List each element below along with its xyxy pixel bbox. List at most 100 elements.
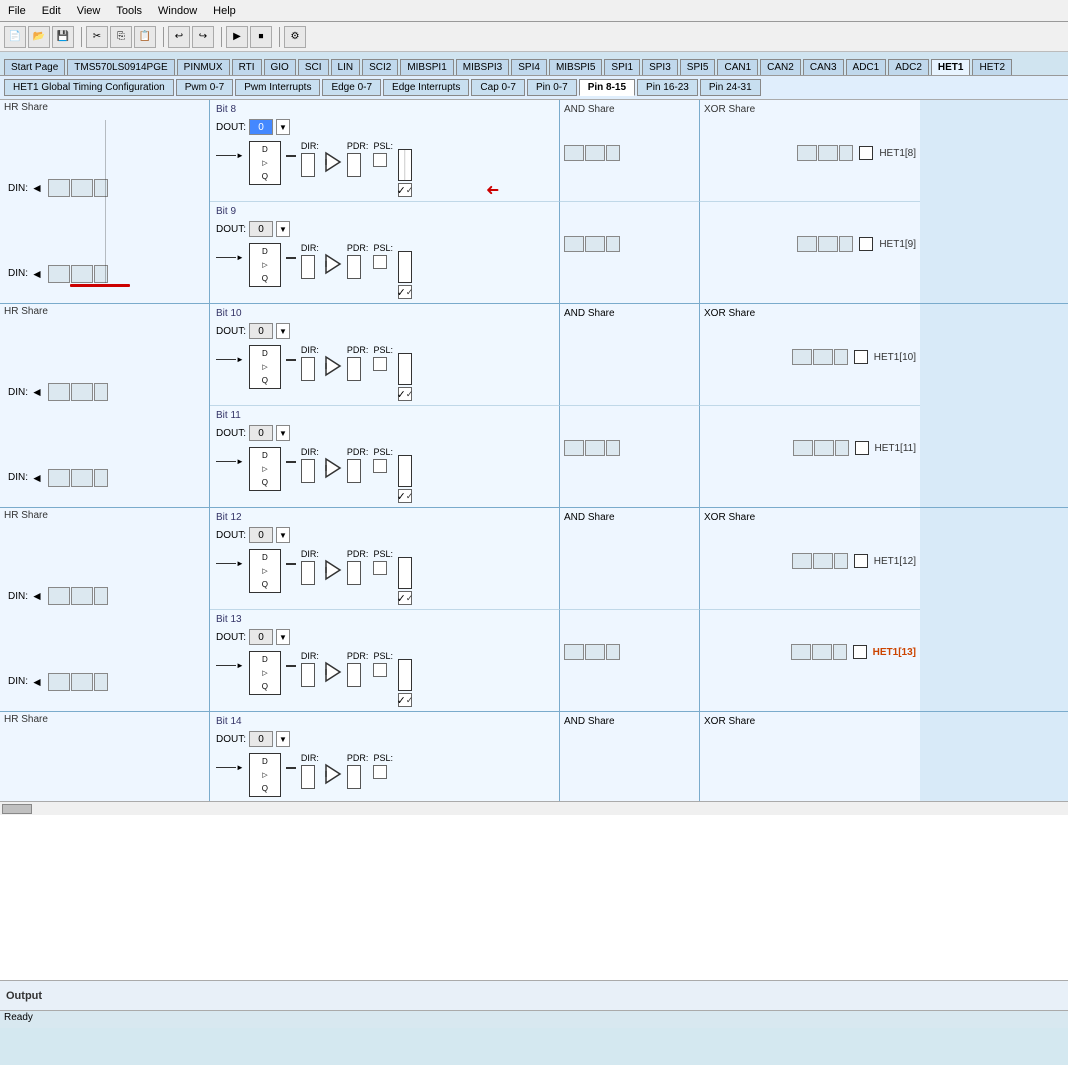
xor-mux-10b[interactable] [813, 349, 833, 365]
tab-lin[interactable]: LIN [331, 59, 361, 75]
mux-box-9b[interactable] [71, 265, 93, 283]
subtab-pwm-int[interactable]: Pwm Interrupts [235, 79, 320, 96]
bit13-pdr-comp[interactable] [347, 663, 361, 687]
subtab-pwm07[interactable]: Pwm 0-7 [176, 79, 233, 96]
mux-12b[interactable] [71, 587, 93, 605]
mux-box-8b[interactable] [71, 179, 93, 197]
and-mux-8c[interactable] [606, 145, 620, 161]
tab-adc2[interactable]: ADC2 [888, 59, 929, 75]
menu-file[interactable]: File [0, 3, 34, 19]
and-mux-9b[interactable] [585, 236, 605, 252]
and-mux-13b[interactable] [585, 644, 605, 660]
bit13-dout-value[interactable]: 0 [249, 629, 273, 645]
undo-btn[interactable]: ↩ [168, 26, 190, 48]
bit10-cb[interactable]: ✓ [398, 387, 412, 401]
mux-12c[interactable] [94, 587, 108, 605]
bit12-pdr-comp[interactable] [347, 561, 361, 585]
tab-pinmux[interactable]: PINMUX [177, 59, 230, 75]
new-btn[interactable]: 📄 [4, 26, 26, 48]
subtab-pin815[interactable]: Pin 8-15 [579, 79, 635, 96]
and-mux-9a[interactable] [564, 236, 584, 252]
gen-btn[interactable]: ⚙ [284, 26, 306, 48]
tab-start-page[interactable]: Start Page [4, 59, 65, 75]
run-btn[interactable]: ▶ [226, 26, 248, 48]
xor-mux-10a[interactable] [792, 349, 812, 365]
tab-het1[interactable]: HET1 [931, 59, 971, 75]
bit9-psl-cb1[interactable] [373, 255, 387, 269]
menu-window[interactable]: Window [150, 3, 205, 19]
tab-rti[interactable]: RTI [232, 59, 262, 75]
mux-11a[interactable] [48, 469, 70, 487]
bit8-psl-cb1[interactable] [373, 153, 387, 167]
subtab-global[interactable]: HET1 Global Timing Configuration [4, 79, 174, 96]
xor-mux-13c[interactable] [833, 644, 847, 660]
bit13-dir-comp[interactable] [301, 663, 315, 687]
mux-13a[interactable] [48, 673, 70, 691]
save-btn[interactable]: 💾 [52, 26, 74, 48]
xor-mux-11b[interactable] [814, 440, 834, 456]
cut-btn[interactable]: ✂ [86, 26, 108, 48]
menu-view[interactable]: View [69, 3, 109, 19]
xor-mux-12c[interactable] [834, 553, 848, 569]
bit13-cb[interactable]: ✓ [398, 693, 412, 707]
bit9-checkbox[interactable]: ✓ [398, 285, 412, 299]
tab-het2[interactable]: HET2 [972, 59, 1012, 75]
and-mux-8b[interactable] [585, 145, 605, 161]
bit12-dir-comp[interactable] [301, 561, 315, 585]
tab-mibspi1[interactable]: MIBSPI1 [400, 59, 453, 75]
bit12-dout-value[interactable]: 0 [249, 527, 273, 543]
and-mux-11a[interactable] [564, 440, 584, 456]
tab-mibspi5[interactable]: MIBSPI5 [549, 59, 602, 75]
menu-help[interactable]: Help [205, 3, 244, 19]
menu-edit[interactable]: Edit [34, 3, 69, 19]
tab-sci2[interactable]: SCI2 [362, 59, 398, 75]
bit10-pdr-comp[interactable] [347, 357, 361, 381]
h-scroll-thumb[interactable] [2, 804, 32, 814]
copy-btn[interactable]: ⎘ [110, 26, 132, 48]
stop-btn[interactable]: ⏹ [250, 26, 272, 48]
paste-btn[interactable]: 📋 [134, 26, 156, 48]
bit14-dir-comp[interactable] [301, 765, 315, 789]
bit8-pdr-comp[interactable] [347, 153, 361, 177]
tab-sci[interactable]: SCI [298, 59, 329, 75]
subtab-edge-int[interactable]: Edge Interrupts [383, 79, 469, 96]
bit14-dout-dropdown[interactable]: ▼ [276, 731, 290, 747]
tab-spi3[interactable]: SPI3 [642, 59, 678, 75]
xor-mux-13b[interactable] [812, 644, 832, 660]
bit10-psl-cb[interactable] [373, 357, 387, 371]
bit10-dir-comp[interactable] [301, 357, 315, 381]
bit8-checkbox[interactable]: ✓ [398, 183, 412, 197]
mux-12a[interactable] [48, 587, 70, 605]
bit13-psl-cb[interactable] [373, 663, 387, 677]
xor-mux-8c[interactable] [839, 145, 853, 161]
and-mux-8a[interactable] [564, 145, 584, 161]
tab-tms570[interactable]: TMS570LS0914PGE [67, 59, 174, 75]
subtab-pin07[interactable]: Pin 0-7 [527, 79, 577, 96]
tab-can3[interactable]: CAN3 [803, 59, 844, 75]
bit13-dout-dropdown[interactable]: ▼ [276, 629, 290, 645]
xor-mux-9b[interactable] [818, 236, 838, 252]
open-btn[interactable]: 📂 [28, 26, 50, 48]
xor-mux-9c[interactable] [839, 236, 853, 252]
mux-box-8a[interactable] [48, 179, 70, 197]
xor-mux-11a[interactable] [793, 440, 813, 456]
tab-spi4[interactable]: SPI4 [511, 59, 547, 75]
mux-13c[interactable] [94, 673, 108, 691]
bit8-dout-dropdown[interactable]: ▼ [276, 119, 290, 135]
bit8-dir-comp[interactable] [301, 153, 315, 177]
mux-13b[interactable] [71, 673, 93, 691]
bit14-psl-cb[interactable] [373, 765, 387, 779]
bit11-dir-comp[interactable] [301, 459, 315, 483]
bit12-cb[interactable]: ✓ [398, 591, 412, 605]
bit9-dir-comp[interactable] [301, 255, 315, 279]
tab-adc1[interactable]: ADC1 [846, 59, 887, 75]
mux-10a[interactable] [48, 383, 70, 401]
bit8-dout-value[interactable]: 0 [249, 119, 273, 135]
bit9-dout-dropdown[interactable]: ▼ [276, 221, 290, 237]
menu-tools[interactable]: Tools [108, 3, 150, 19]
bit14-pdr-comp[interactable] [347, 765, 361, 789]
tab-can2[interactable]: CAN2 [760, 59, 801, 75]
xor-mux-12b[interactable] [813, 553, 833, 569]
xor-mux-9a[interactable] [797, 236, 817, 252]
and-mux-11c[interactable] [606, 440, 620, 456]
